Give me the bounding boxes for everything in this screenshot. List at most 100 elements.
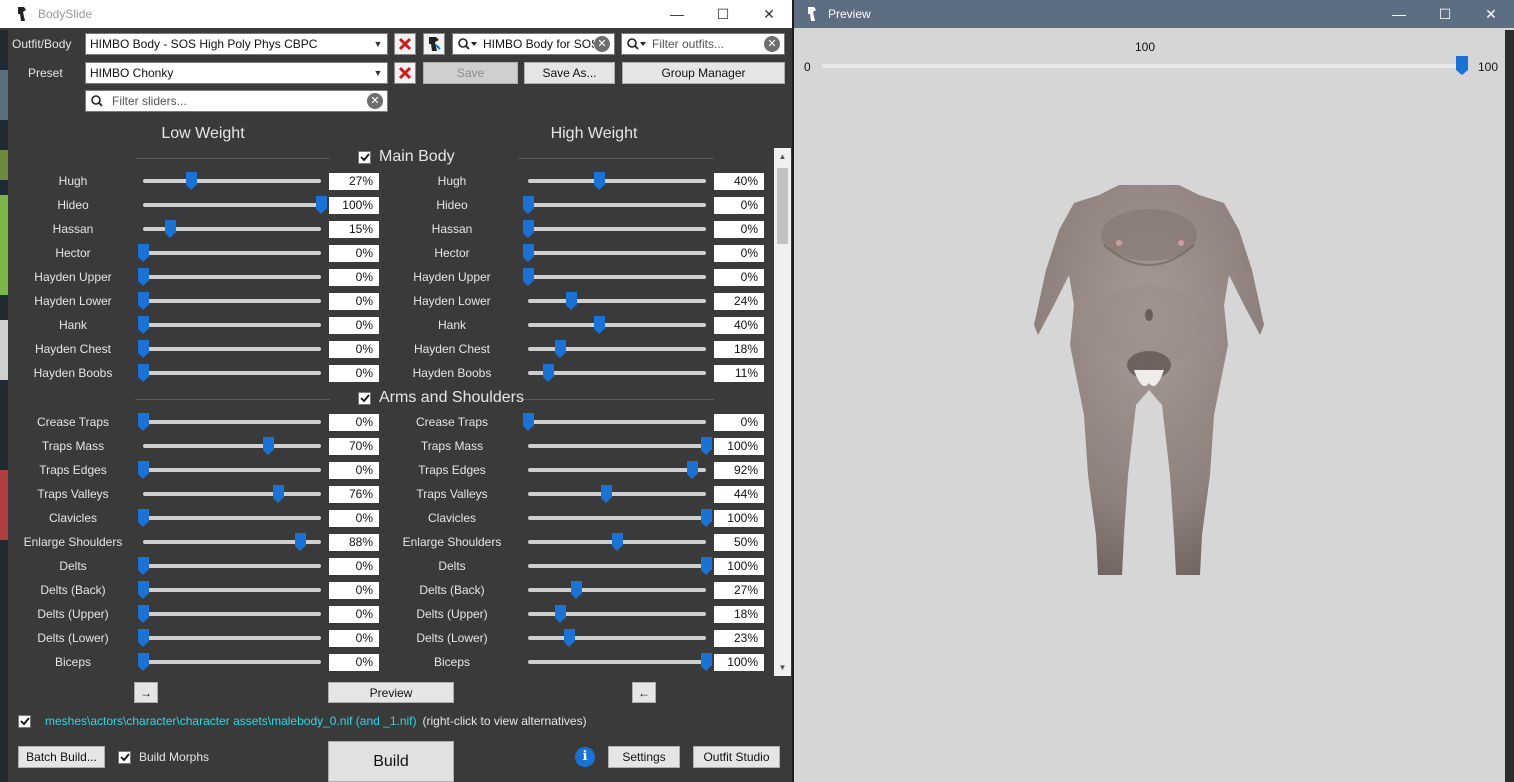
outfit-body-dropdown[interactable]: HIMBO Body - SOS High Poly Phys CBPC ▼ bbox=[85, 33, 388, 55]
save-as-button[interactable]: Save As... bbox=[524, 62, 615, 84]
slider-high[interactable] bbox=[528, 485, 706, 503]
slider-thumb-high[interactable] bbox=[523, 268, 534, 286]
slider-thumb-low[interactable] bbox=[138, 413, 149, 431]
slider-value-low[interactable]: 0% bbox=[329, 462, 379, 479]
slider-value-low[interactable]: 0% bbox=[329, 341, 379, 358]
body-model-render[interactable] bbox=[1024, 175, 1274, 585]
slider-high[interactable] bbox=[528, 340, 706, 358]
slider-value-high[interactable]: 100% bbox=[714, 558, 764, 575]
maximize-button[interactable]: ☐ bbox=[1422, 0, 1468, 28]
close-button[interactable]: ✕ bbox=[1468, 0, 1514, 28]
maximize-button[interactable]: ☐ bbox=[700, 0, 746, 28]
slider-value-high[interactable]: 18% bbox=[714, 606, 764, 623]
slider-value-high[interactable]: 0% bbox=[714, 414, 764, 431]
delete-outfit-button[interactable] bbox=[394, 33, 416, 55]
slider-value-low[interactable]: 88% bbox=[329, 534, 379, 551]
slider-value-high[interactable]: 0% bbox=[714, 269, 764, 286]
slider-low[interactable] bbox=[138, 509, 321, 527]
slider-value-low[interactable]: 0% bbox=[329, 606, 379, 623]
slider-thumb-high[interactable] bbox=[701, 653, 712, 671]
delete-preset-button[interactable] bbox=[394, 62, 416, 84]
slider-value-high[interactable]: 0% bbox=[714, 221, 764, 238]
slider-thumb-low[interactable] bbox=[138, 557, 149, 575]
slider-thumb-low[interactable] bbox=[138, 605, 149, 623]
slider-value-low[interactable]: 27% bbox=[329, 173, 379, 190]
preset-dropdown[interactable]: HIMBO Chonky ▼ bbox=[85, 62, 388, 84]
output-path-text[interactable]: meshes\actors\character\character assets… bbox=[45, 714, 417, 728]
slider-thumb-high[interactable] bbox=[594, 316, 606, 334]
section-checkbox[interactable] bbox=[358, 391, 371, 405]
build-button[interactable]: Build bbox=[328, 741, 454, 782]
section-header[interactable]: Main Body bbox=[358, 148, 455, 166]
slider-high[interactable] bbox=[523, 220, 706, 238]
slider-value-low[interactable]: 100% bbox=[329, 197, 379, 214]
slider-value-low[interactable]: 76% bbox=[329, 486, 379, 503]
minimize-button[interactable]: — bbox=[1376, 0, 1422, 28]
slider-thumb-high[interactable] bbox=[555, 605, 567, 623]
slider-value-high[interactable]: 11% bbox=[714, 365, 764, 382]
group-manager-button[interactable]: Group Manager bbox=[622, 62, 785, 84]
copy-low-to-high-button[interactable]: → bbox=[134, 682, 158, 703]
slider-thumb-high[interactable] bbox=[523, 413, 534, 431]
slider-low[interactable] bbox=[138, 268, 321, 286]
slider-value-low[interactable]: 0% bbox=[329, 582, 379, 599]
slider-value-high[interactable]: 100% bbox=[714, 510, 764, 527]
slider-value-high[interactable]: 44% bbox=[714, 486, 764, 503]
preview-weight-thumb[interactable] bbox=[1456, 56, 1468, 75]
slider-low[interactable] bbox=[138, 629, 321, 647]
save-button[interactable]: Save bbox=[423, 62, 518, 84]
slider-high[interactable] bbox=[523, 196, 706, 214]
slider-thumb-high[interactable] bbox=[701, 437, 712, 455]
slider-thumb-low[interactable] bbox=[138, 629, 149, 647]
slider-thumb-low[interactable] bbox=[294, 533, 306, 551]
slider-high[interactable] bbox=[528, 557, 712, 575]
slider-thumb-low[interactable] bbox=[138, 268, 149, 286]
slider-high[interactable] bbox=[528, 533, 706, 551]
search-dropdown-icon[interactable] bbox=[626, 37, 652, 51]
slider-value-low[interactable]: 0% bbox=[329, 654, 379, 671]
slider-value-low[interactable]: 0% bbox=[329, 558, 379, 575]
output-path-checkbox[interactable] bbox=[18, 714, 31, 728]
slider-value-low[interactable]: 0% bbox=[329, 269, 379, 286]
slider-value-high[interactable]: 40% bbox=[714, 317, 764, 334]
slider-low[interactable] bbox=[143, 533, 321, 551]
slider-low[interactable] bbox=[138, 292, 321, 310]
slider-thumb-low[interactable] bbox=[138, 581, 149, 599]
slider-low[interactable] bbox=[138, 413, 321, 431]
close-button[interactable]: ✕ bbox=[746, 0, 792, 28]
slider-low[interactable] bbox=[138, 364, 321, 382]
outfit-studio-shortcut-button[interactable] bbox=[423, 33, 445, 55]
minimize-button[interactable]: — bbox=[654, 0, 700, 28]
slider-low[interactable] bbox=[143, 485, 321, 503]
slider-thumb-high[interactable] bbox=[612, 533, 623, 551]
clear-x-icon[interactable]: ✕ bbox=[594, 36, 610, 52]
slider-high[interactable] bbox=[528, 629, 706, 647]
preview-button[interactable]: Preview bbox=[328, 682, 454, 703]
slider-thumb-high[interactable] bbox=[701, 509, 712, 527]
slider-high[interactable] bbox=[528, 437, 712, 455]
slider-thumb-high[interactable] bbox=[523, 220, 534, 238]
slider-value-low[interactable]: 0% bbox=[329, 630, 379, 647]
slider-value-high[interactable]: 27% bbox=[714, 582, 764, 599]
filter-sliders-input[interactable]: Filter sliders... ✕ bbox=[85, 90, 388, 112]
slider-thumb-high[interactable] bbox=[701, 557, 712, 575]
slider-thumb-low[interactable] bbox=[262, 437, 274, 455]
slider-value-high[interactable]: 24% bbox=[714, 293, 764, 310]
slider-high[interactable] bbox=[528, 461, 706, 479]
slider-low[interactable] bbox=[138, 653, 321, 671]
slider-low[interactable] bbox=[138, 605, 321, 623]
slider-thumb-low[interactable] bbox=[273, 485, 285, 503]
slider-value-low[interactable]: 70% bbox=[329, 438, 379, 455]
slider-value-high[interactable]: 50% bbox=[714, 534, 764, 551]
slider-thumb-low[interactable] bbox=[138, 292, 149, 310]
slider-low[interactable] bbox=[143, 196, 327, 214]
slider-thumb-low[interactable] bbox=[138, 509, 149, 527]
build-morphs-checkbox[interactable] bbox=[118, 750, 131, 764]
slider-value-low[interactable]: 0% bbox=[329, 414, 379, 431]
slider-thumb-low[interactable] bbox=[138, 316, 149, 334]
preview-titlebar[interactable]: Preview — ☐ ✕ bbox=[794, 0, 1514, 28]
slider-low[interactable] bbox=[143, 220, 321, 238]
slider-high[interactable] bbox=[528, 581, 706, 599]
slider-value-high[interactable]: 92% bbox=[714, 462, 764, 479]
build-morphs-option[interactable]: Build Morphs bbox=[118, 750, 209, 764]
